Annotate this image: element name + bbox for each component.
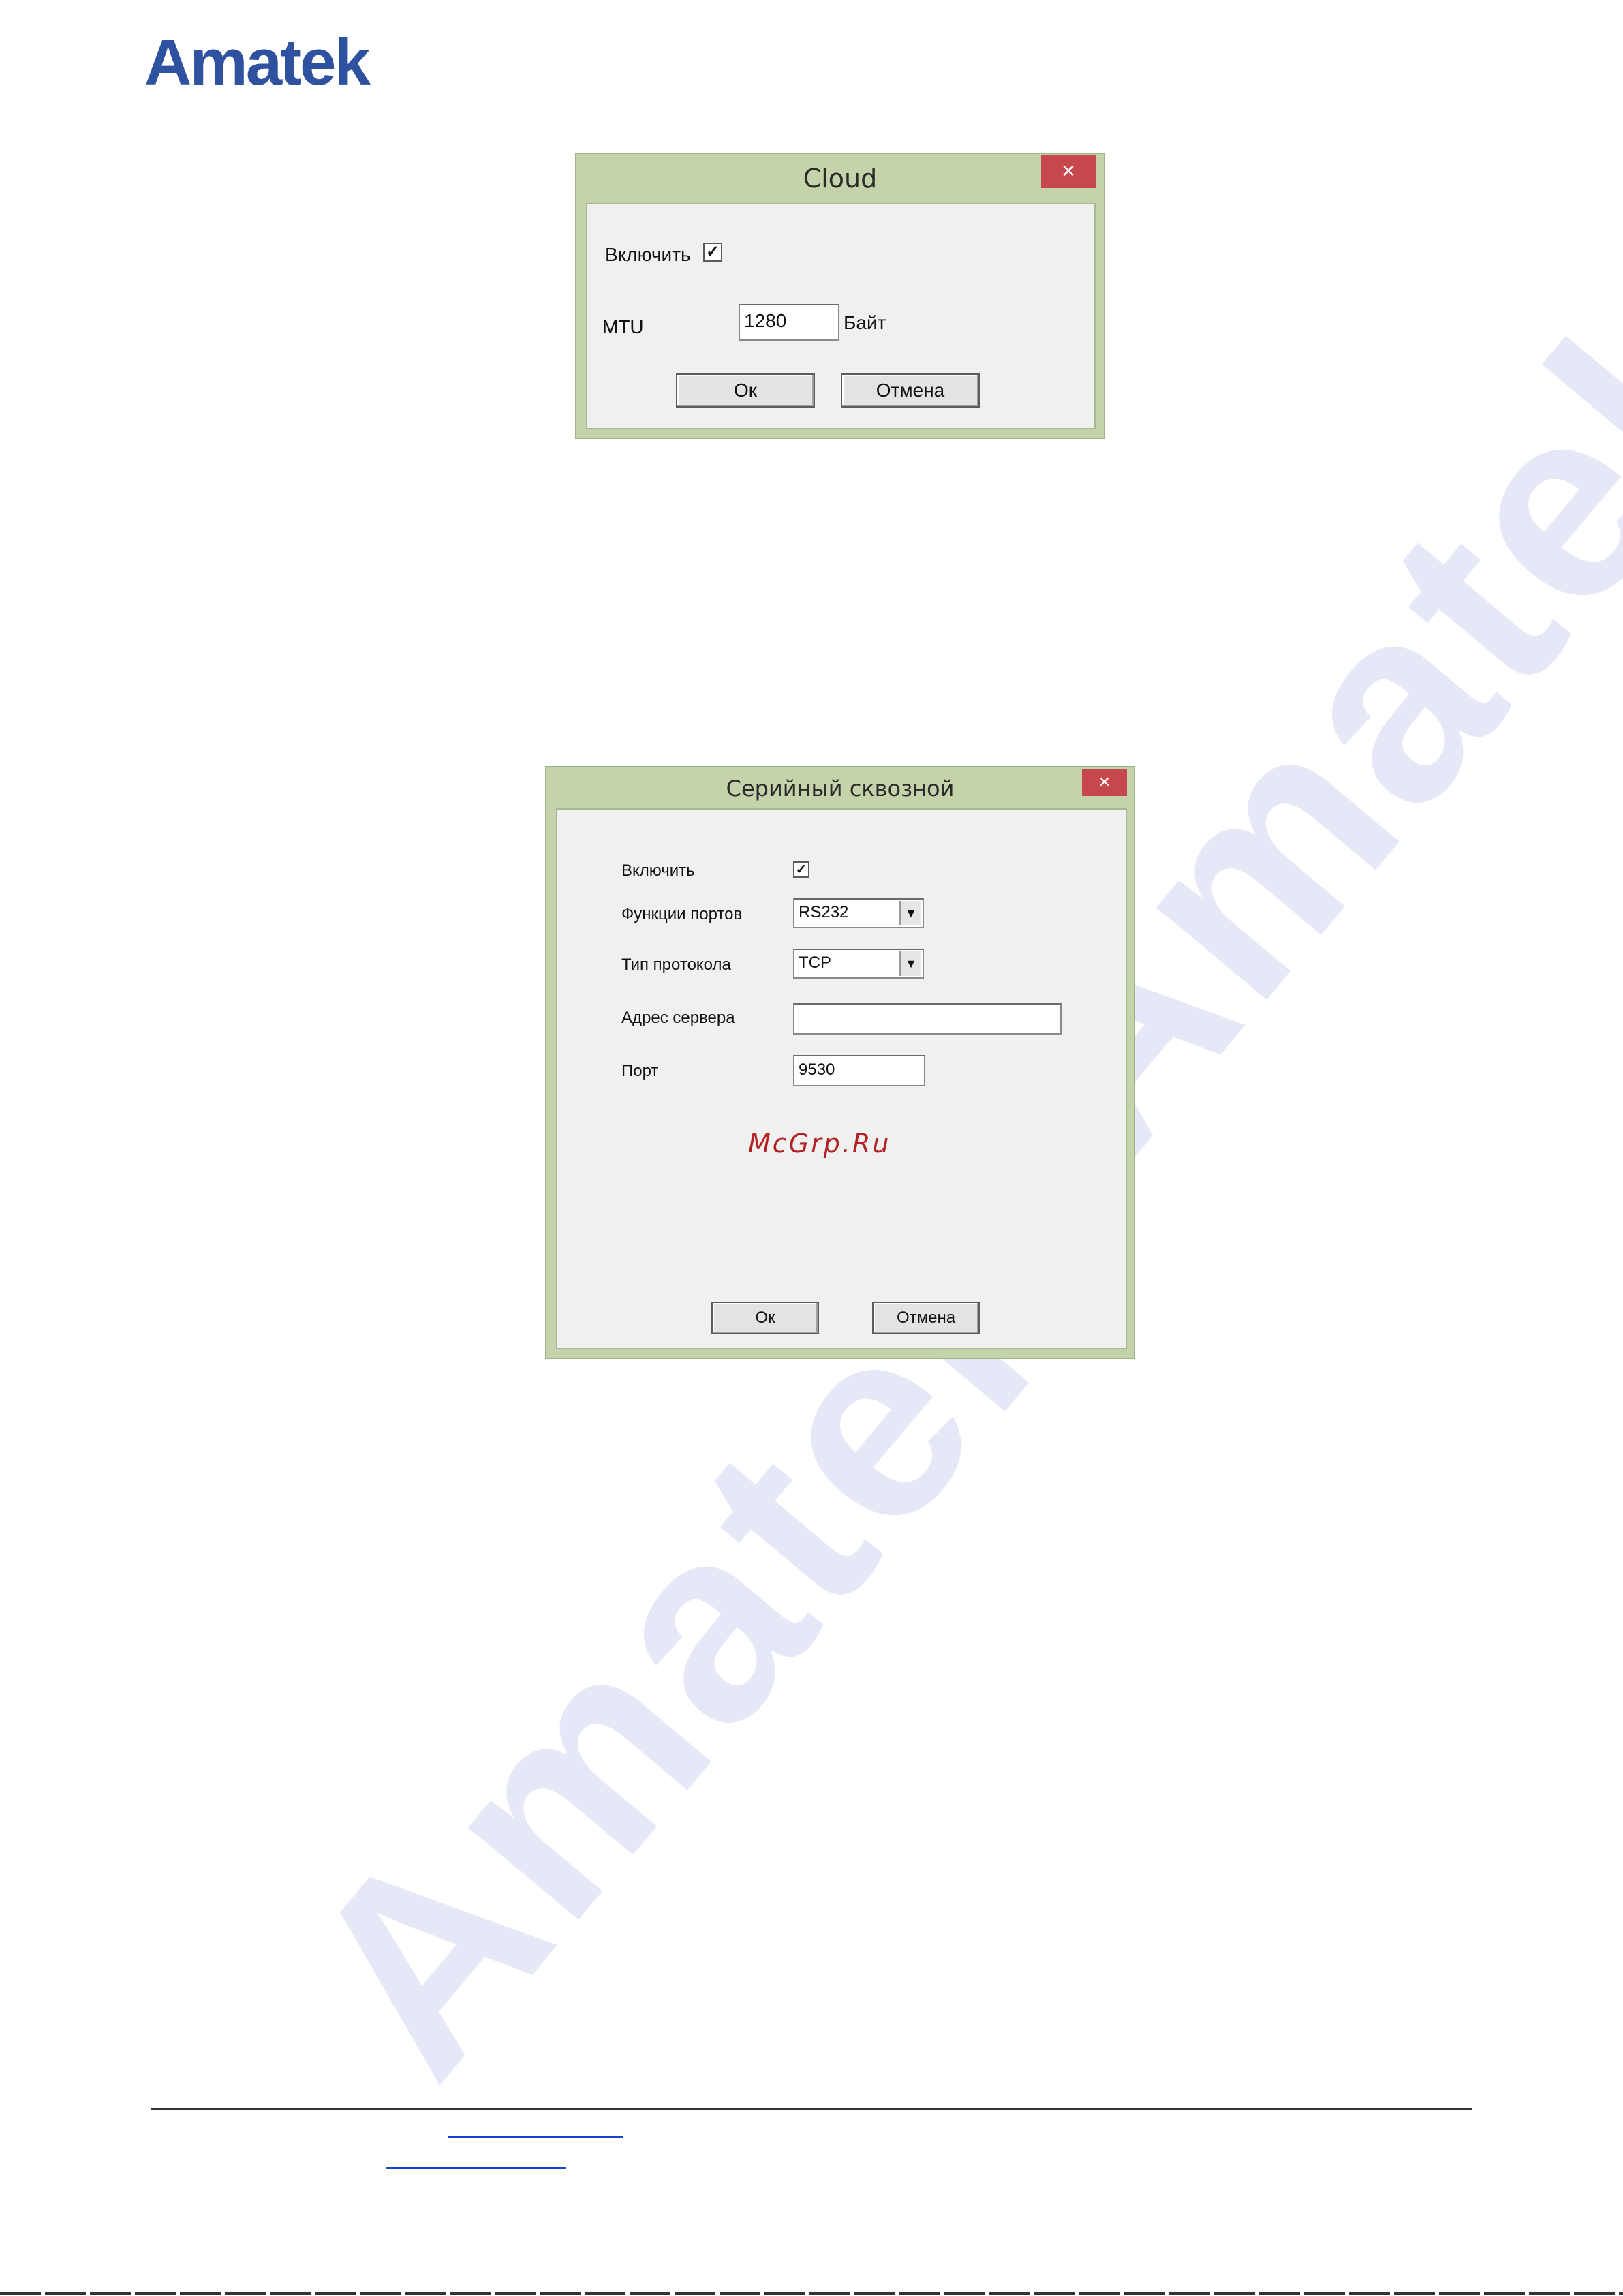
enable-label: Включить <box>621 861 695 880</box>
footer-link-underline[interactable] <box>386 2167 566 2169</box>
cloud-dialog: Cloud ✕ Включить ✓ MTU 1280 Байт Ок Отме… <box>575 153 1105 439</box>
port-input[interactable]: 9530 <box>793 1055 925 1086</box>
mtu-unit-label: Байт <box>844 312 886 333</box>
chevron-down-icon: ▼ <box>899 901 921 925</box>
port-label: Порт <box>621 1062 659 1080</box>
dialog-body: Включить ✓ MTU 1280 Байт Ок Отмена <box>586 203 1096 429</box>
mcgrp-stamp: McGrp.Ru <box>748 1129 891 1159</box>
port-function-select[interactable]: RS232 ▼ <box>793 898 924 928</box>
amatek-logo: Amatek <box>144 26 371 99</box>
chevron-down-icon: ▼ <box>899 951 921 976</box>
dialog-title: Cloud <box>803 164 878 194</box>
protocol-value: TCP <box>799 953 831 972</box>
footer-link-underline[interactable] <box>448 2136 623 2138</box>
footer-divider <box>151 2108 1472 2110</box>
protocol-label: Тип протокола <box>621 955 731 974</box>
cancel-button[interactable]: Отмена <box>841 373 980 408</box>
mtu-label: MTU <box>602 316 644 337</box>
ok-button[interactable]: Ок <box>711 1302 819 1334</box>
mtu-input[interactable]: 1280 <box>739 304 839 341</box>
protocol-select[interactable]: TCP ▼ <box>793 949 924 979</box>
page-bottom-border <box>0 2292 1623 2295</box>
enable-label: Включить <box>605 244 691 265</box>
port-function-label: Функции портов <box>621 905 743 923</box>
serial-passthrough-dialog: Серийный сквозной ✕ Включить ✓ Функции п… <box>545 766 1135 1359</box>
port-function-value: RS232 <box>799 903 849 921</box>
close-icon[interactable]: ✕ <box>1082 769 1127 796</box>
close-icon[interactable]: ✕ <box>1041 155 1096 188</box>
ok-button[interactable]: Ок <box>676 373 815 408</box>
dialog-title: Серийный сквозной <box>726 776 955 801</box>
cancel-button[interactable]: Отмена <box>872 1302 980 1334</box>
enable-checkbox[interactable]: ✓ <box>793 861 809 878</box>
server-address-input[interactable] <box>793 1003 1062 1035</box>
server-address-label: Адрес сервера <box>621 1009 735 1027</box>
dialog-body: Включить ✓ Функции портов RS232 ▼ Тип пр… <box>556 808 1127 1349</box>
enable-checkbox[interactable]: ✓ <box>703 243 722 262</box>
